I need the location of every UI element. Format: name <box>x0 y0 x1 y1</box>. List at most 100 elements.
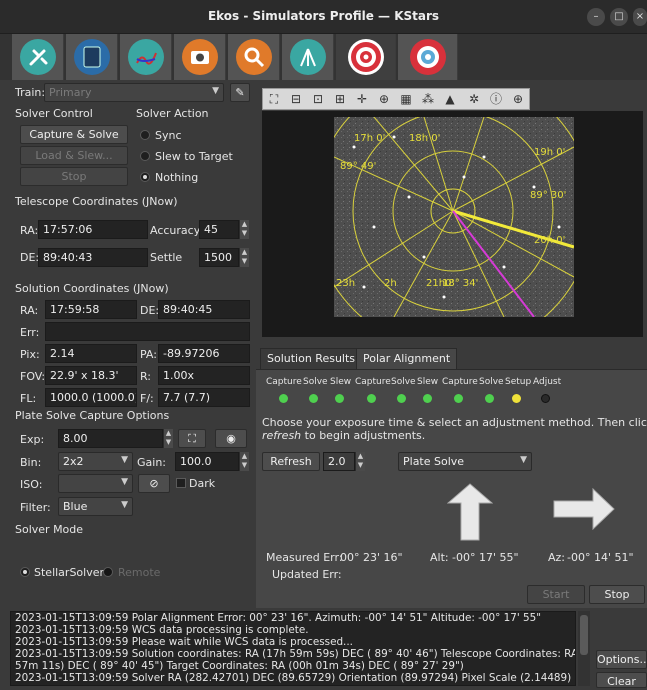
frame-settings-button[interactable]: ⛶ <box>178 429 206 448</box>
up-arrow-icon <box>447 483 493 541</box>
info-icon[interactable]: ⓘ <box>487 91 505 107</box>
slew-label: Slew to Target <box>155 150 233 163</box>
tab-setup[interactable] <box>12 34 64 80</box>
tab-guide[interactable] <box>398 34 458 80</box>
no-dark-icon: ⊘ <box>149 477 159 490</box>
settle-label: Settle <box>150 251 183 264</box>
tab-polar-alignment[interactable]: Polar Alignment <box>356 348 458 370</box>
measured-err-label: Measured Err: <box>266 551 343 564</box>
solution-de-field: 89:40:45 <box>158 300 250 319</box>
zoom-default-icon[interactable]: ⊡ <box>309 91 327 107</box>
zoom-fit-icon[interactable]: ⊞ <box>331 91 349 107</box>
stop-solve-button[interactable]: Stop <box>20 167 128 186</box>
accuracy-stepper[interactable]: ▲ ▼ <box>239 220 249 239</box>
fov-field: 22.9' x 18.3' <box>45 366 137 385</box>
remote-radio[interactable] <box>103 567 113 577</box>
tab-align[interactable] <box>336 34 396 80</box>
tab-solution-results[interactable]: Solution Results <box>260 348 363 370</box>
telescope-coords-heading: Telescope Coordinates (JNow) <box>15 195 178 208</box>
binning-select[interactable]: 2x2 ▼ <box>58 452 133 471</box>
magnifier-icon <box>236 39 272 75</box>
iso-label: ISO: <box>20 478 43 491</box>
scrollbar-thumb[interactable] <box>580 615 588 655</box>
crosshair-move-icon[interactable]: ✛ <box>353 91 371 107</box>
grid-label: 20h 0' <box>534 235 566 246</box>
stellarsolver-radio[interactable] <box>20 567 30 577</box>
exposure-stepper[interactable]: ▲ ▼ <box>163 429 173 448</box>
dark-checkbox[interactable] <box>176 478 186 488</box>
hide-stars-icon[interactable]: ✲ <box>465 91 483 107</box>
tab-focus[interactable] <box>228 34 280 80</box>
capture-solve-button[interactable]: Capture & Solve <box>20 125 128 144</box>
telescope-de-field[interactable]: 89:40:43 <box>38 248 148 267</box>
grid-icon[interactable]: ▦ <box>397 91 415 107</box>
pix-label: Pix: <box>20 348 40 361</box>
step-indicator <box>423 394 432 403</box>
log-options-button[interactable]: Options... <box>596 650 647 669</box>
darks-button[interactable]: ⊘ <box>138 474 170 493</box>
tools-icon <box>20 39 56 75</box>
tab-mount[interactable] <box>282 34 334 80</box>
center-telescope-icon[interactable]: ⊕ <box>375 91 393 107</box>
step-indicator <box>279 394 288 403</box>
refresh-button[interactable]: Refresh <box>262 452 320 471</box>
exp-label: Exp: <box>20 433 45 446</box>
step-indicator <box>397 394 406 403</box>
tab-capture[interactable] <box>174 34 226 80</box>
exposure-spinbox[interactable]: 8.00 <box>58 429 163 448</box>
az-error-value: -00° 14' 51" <box>567 551 634 564</box>
preview-button[interactable]: ◉ <box>215 429 247 448</box>
tab-scheduler[interactable] <box>66 34 118 80</box>
ratio-field: 1.00x <box>158 366 250 385</box>
telescope-ra-field[interactable]: 17:57:06 <box>38 220 148 239</box>
stars-icon[interactable]: ⁂ <box>419 91 437 107</box>
step-label: Solve <box>479 377 504 387</box>
log-scrollbar[interactable] <box>578 611 590 686</box>
settle-spinbox[interactable]: 1500 <box>199 248 239 267</box>
filter-select[interactable]: Blue ▼ <box>58 497 133 516</box>
gain-spinbox[interactable]: 100.0 <box>175 452 239 471</box>
pa-label: PA: <box>140 348 157 361</box>
gain-stepper[interactable]: ▲ ▼ <box>239 452 249 471</box>
stellarsolver-label: StellarSolver <box>34 566 105 579</box>
module-tab-bar <box>0 34 647 80</box>
step-indicator <box>454 394 463 403</box>
alt-error-value: -00° 17' 55" <box>452 551 519 564</box>
refresh-interval-spinbox[interactable]: 2.0 <box>323 452 355 471</box>
nothing-radio[interactable] <box>140 172 150 182</box>
step-label: Setup <box>505 377 532 387</box>
load-slew-button[interactable]: Load & Slew... <box>20 146 128 165</box>
title-bar: Ekos - Simulators Profile — KStars – □ × <box>0 0 647 34</box>
step-label: Solve <box>391 377 416 387</box>
maximize-icon[interactable]: □ <box>610 8 628 26</box>
adjust-method-select[interactable]: Plate Solve ▼ <box>398 452 532 471</box>
camera-icon <box>182 39 218 75</box>
zoom-in-icon[interactable]: ⛶ <box>265 91 283 107</box>
accuracy-spinbox[interactable]: 45 <box>199 220 239 239</box>
zoom-out-icon[interactable]: ⊟ <box>287 91 305 107</box>
train-select[interactable]: Primary ▼ <box>44 83 224 102</box>
nothing-label: Nothing <box>155 171 199 184</box>
start-button[interactable]: Start <box>527 585 585 604</box>
step-indicator <box>512 394 521 403</box>
grid-label: 18h 0' <box>409 133 441 144</box>
refresh-stepper[interactable]: ▲ ▼ <box>355 452 365 471</box>
stop-button[interactable]: Stop <box>589 585 645 604</box>
close-icon[interactable]: × <box>633 8 647 26</box>
minimize-icon[interactable]: – <box>587 8 605 26</box>
notebook-icon <box>74 39 110 75</box>
mountain-icon[interactable]: ▲ <box>441 91 459 107</box>
az-label: Az: <box>548 551 566 564</box>
sync-radio[interactable] <box>140 130 150 140</box>
log-output[interactable]: 2023-01-15T13:09:59 Polar Alignment Erro… <box>10 611 576 686</box>
edit-train-button[interactable]: ✎ <box>230 83 250 102</box>
iso-select[interactable]: ▼ <box>58 474 133 493</box>
telescope-icon <box>290 39 326 75</box>
slew-radio[interactable] <box>140 151 150 161</box>
measured-err-value: 00° 23' 16" <box>340 551 403 564</box>
focal-ratio-field: 7.7 (7.7) <box>158 388 250 407</box>
target-crosshair-icon[interactable]: ⊕ <box>509 91 527 107</box>
graph-icon <box>128 39 164 75</box>
tab-analyze[interactable] <box>120 34 172 80</box>
settle-stepper[interactable]: ▲ ▼ <box>239 248 249 267</box>
